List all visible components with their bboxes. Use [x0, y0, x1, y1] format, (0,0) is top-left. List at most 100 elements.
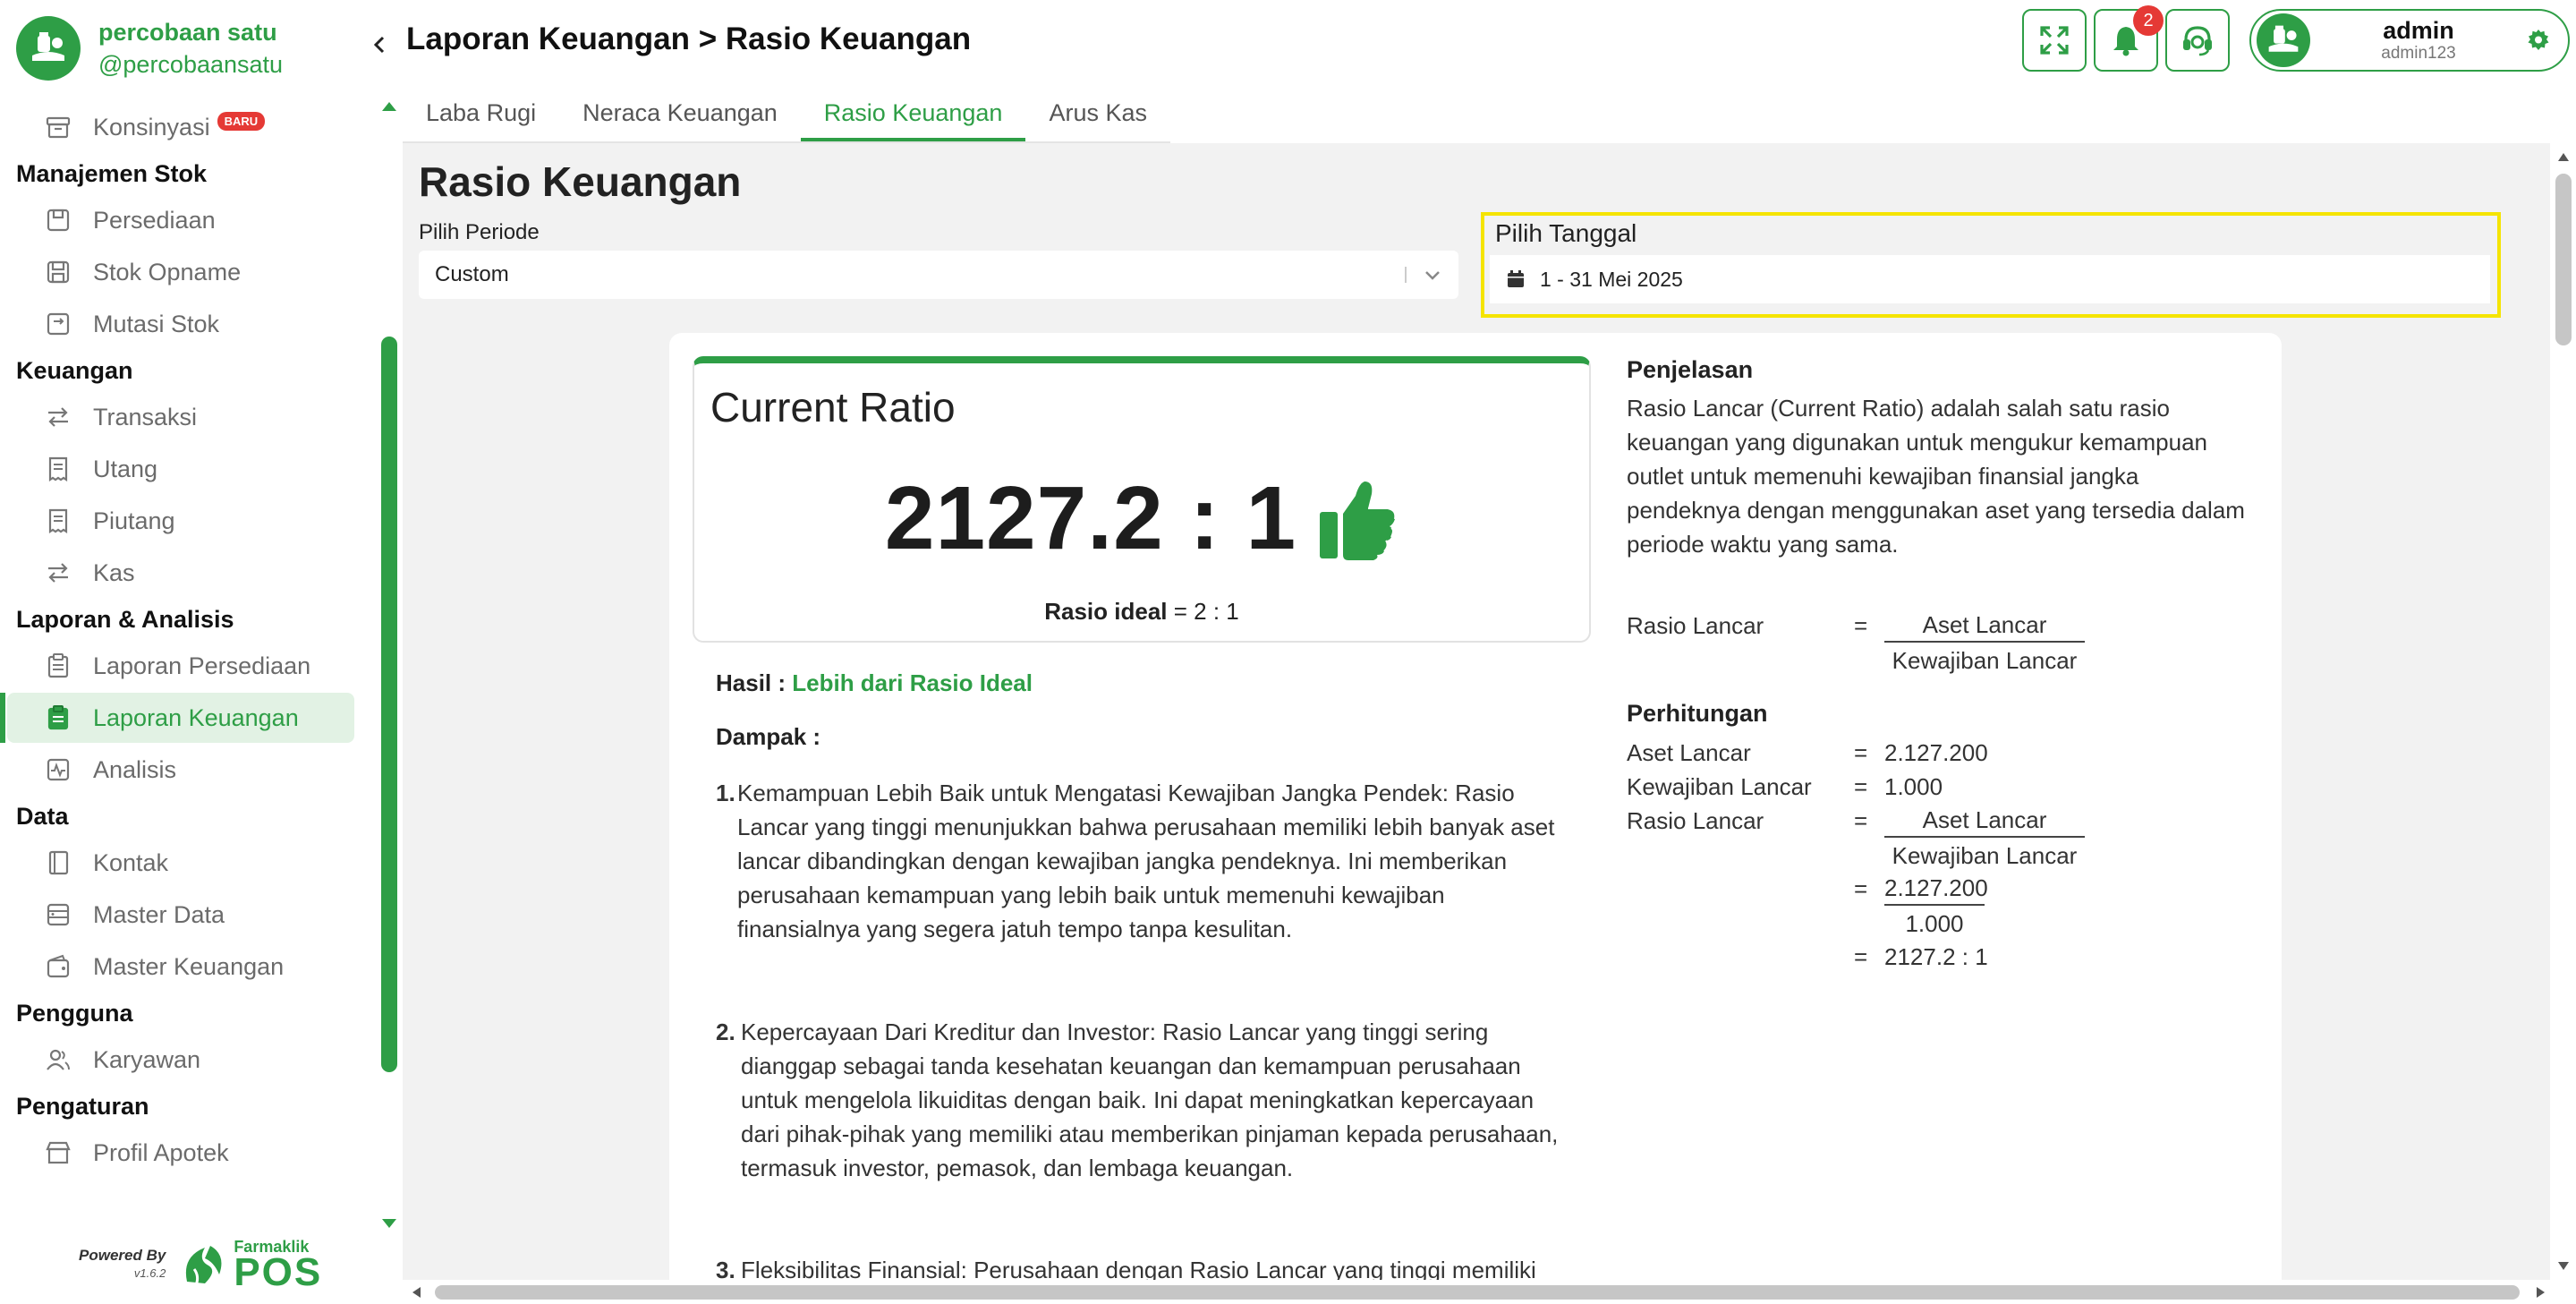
calc-fraction: Aset Lancar Kewajiban Lancar [1884, 804, 2085, 872]
sidebar-item-transaksi[interactable]: Transaksi [7, 392, 354, 442]
activity-icon [43, 754, 73, 785]
gear-icon[interactable] [2527, 29, 2550, 52]
pos-brand-big: POS [234, 1250, 323, 1294]
ratio-ideal: Rasio ideal = 2 : 1 [694, 598, 1589, 626]
sidebar-item-utang[interactable]: Utang [7, 444, 354, 494]
sidebar-item-stok-opname[interactable]: Stok Opname [7, 247, 354, 297]
tab-rasio-keuangan[interactable]: Rasio Keuangan [800, 88, 1026, 141]
collapse-sidebar-button[interactable] [369, 27, 390, 63]
impact-item: 1. Kemampuan Lebih Baik untuk Mengatasi … [716, 776, 1566, 946]
formula-numerator: Aset Lancar [1884, 609, 2085, 643]
sidebar-item-label: Persediaan [93, 206, 216, 234]
scroll-up-arrow-icon[interactable] [2556, 150, 2571, 163]
notification-button[interactable]: 2 [2094, 5, 2164, 72]
main-horizontal-scrollbar[interactable] [403, 1280, 2576, 1304]
wallet-icon [43, 951, 73, 982]
sidebar-item-master-data[interactable]: Master Data [7, 890, 354, 940]
formula-denominator: Kewajiban Lancar [1892, 647, 2078, 674]
sidebar-item-laporan-keuangan[interactable]: Laporan Keuangan [0, 693, 354, 743]
ratio-value: 2127.2 : 1 [884, 468, 1297, 568]
database-icon [43, 899, 73, 930]
calc-numerator: Aset Lancar [1884, 804, 2085, 838]
sidebar-item-kas[interactable]: Kas [7, 548, 354, 598]
breadcrumb: Laporan Keuangan > Rasio Keuangan [406, 21, 972, 56]
calculation-title: Perhitungan [1627, 700, 1768, 727]
save-icon [43, 257, 73, 287]
chevron-left-icon [373, 36, 385, 54]
powered-by-label: Powered By [79, 1247, 166, 1264]
clipboard-icon [43, 703, 73, 733]
nav-group-title: Pengguna [16, 1000, 133, 1027]
sidebar-item-analisis[interactable]: Analisis [7, 745, 354, 795]
farmaklik-pos-logo: Farmaklik POS [178, 1239, 323, 1294]
sidebar-item-label: Profil Apotek [93, 1138, 229, 1166]
calc-result: 2127.2 : 1 [1884, 943, 1988, 970]
current-ratio-card: Current Ratio 2127.2 : 1 Rasio ideal = 2… [693, 356, 1591, 643]
calc-value-numerator: 2.127.200 [1884, 872, 1988, 906]
expand-icon [2040, 26, 2069, 55]
sidebar-item-label: Mutasi Stok [93, 310, 220, 337]
sidebar-item-piutang[interactable]: Piutang [7, 496, 354, 546]
sidebar-item-label: Laporan Keuangan [93, 703, 299, 731]
period-select-value: Custom [435, 262, 509, 286]
sidebar-item-label: Transaksi [93, 403, 198, 430]
date-picker-highlight: Pilih Tanggal 1 - 31 Mei 2025 [1481, 212, 2501, 318]
sidebar-item-persediaan[interactable]: Persediaan [7, 195, 354, 245]
scroll-right-arrow-icon[interactable] [2535, 1285, 2547, 1300]
date-range-input[interactable]: 1 - 31 Mei 2025 [1490, 255, 2490, 303]
users-icon [43, 1044, 73, 1075]
nav-group-title: Keuangan [16, 357, 133, 384]
fullscreen-button[interactable] [2022, 9, 2087, 72]
scroll-left-arrow-icon[interactable] [410, 1285, 422, 1300]
main-content: Rasio Keuangan Pilih Periode Custom Pili… [403, 143, 2550, 1300]
sidebar-item-label: Analisis [93, 755, 177, 783]
sidebar-item-karyawan[interactable]: Karyawan [7, 1035, 354, 1085]
period-select[interactable]: Custom [419, 251, 1458, 299]
receipt-icon [43, 506, 73, 536]
scroll-up-arrow-icon[interactable] [379, 97, 399, 116]
avatar [2257, 13, 2310, 67]
headset-icon [2183, 26, 2212, 56]
formula-left: Rasio Lancar [1627, 612, 1764, 639]
box-icon [43, 205, 73, 235]
top-header: Laporan Keuangan > Rasio Keuangan 2 admi… [403, 0, 2576, 84]
user-menu[interactable]: admin admin123 [2249, 9, 2570, 72]
sidebar-scrollbar[interactable] [379, 97, 399, 1233]
tab-neraca-keuangan[interactable]: Neraca Keuangan [559, 88, 801, 141]
calc-value: 1.000 [1884, 773, 1943, 800]
sidebar-item-label: Karyawan [93, 1045, 201, 1073]
calc-denominator: Kewajiban Lancar [1892, 842, 2078, 869]
ratio-ideal-value: = 2 : 1 [1167, 598, 1239, 625]
sidebar-item-laporan-persediaan[interactable]: Laporan Persediaan [7, 641, 354, 691]
sidebar-item-label: Piutang [93, 507, 175, 534]
main-vertical-scrollbar[interactable] [2552, 143, 2576, 1280]
sidebar-item-profil-apotek[interactable]: Profil Apotek [7, 1128, 354, 1178]
calc-label: Aset Lancar [1627, 739, 1751, 766]
sidebar-scroll-thumb[interactable] [381, 337, 397, 1072]
sidebar-item-konsinyasi[interactable]: Konsinyasi BARU [7, 102, 354, 152]
support-button[interactable] [2165, 9, 2230, 72]
date-label: Pilih Tanggal [1495, 219, 1637, 247]
brand-name: percobaan satu [98, 19, 277, 46]
scroll-down-arrow-icon[interactable] [2556, 1260, 2571, 1273]
clipboard-icon [43, 651, 73, 681]
user-name: admin [2383, 17, 2454, 44]
sidebar-item-kontak[interactable]: Kontak [7, 838, 354, 888]
tab-laba-rugi[interactable]: Laba Rugi [403, 88, 559, 141]
sidebar-item-master-keuangan[interactable]: Master Keuangan [7, 942, 354, 992]
store-icon [43, 1138, 73, 1168]
calc-row-kewajiban: Kewajiban Lancar = 1.000 [1627, 770, 2253, 804]
sidebar-item-label: Stok Opname [93, 258, 242, 286]
impact-text: Kemampuan Lebih Baik untuk Mengatasi Kew… [737, 780, 1555, 942]
calc-label: Rasio Lancar [1627, 807, 1764, 834]
sidebar-item-mutasi-stok[interactable]: Mutasi Stok [7, 299, 354, 349]
impact-title: Dampak : [716, 723, 821, 750]
impact-number: 2. [716, 1018, 735, 1045]
sidebar-nav: Konsinyasi BARU Manajemen Stok Persediaa… [0, 100, 376, 1180]
period-label: Pilih Periode [419, 220, 540, 244]
horizontal-scroll-thumb[interactable] [435, 1285, 2520, 1300]
scroll-down-arrow-icon[interactable] [379, 1214, 399, 1233]
vertical-scroll-thumb[interactable] [2555, 174, 2572, 345]
contact-book-icon [43, 848, 73, 878]
tab-arus-kas[interactable]: Arus Kas [1025, 88, 1170, 141]
